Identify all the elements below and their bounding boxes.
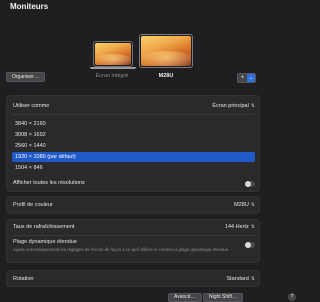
add-display-button[interactable]: + (238, 74, 247, 82)
external-display-thumbnail[interactable] (139, 34, 193, 68)
color-profile-value: M28U (234, 202, 249, 208)
color-profile-select[interactable]: M28U ⇅ (234, 202, 255, 208)
advanced-button[interactable]: Avancé… (168, 293, 202, 302)
hdr-toggle[interactable] (245, 242, 255, 248)
stepper-icon: ⇅ (250, 202, 255, 208)
color-profile-panel: Profil de couleur M28U ⇅ (6, 196, 260, 214)
refresh-hdr-panel: Taux de rafraîchissement 144 Hertz ⇅ Plag… (6, 219, 260, 263)
stepper-icon: ⇅ (250, 224, 255, 230)
refresh-rate-select[interactable]: 144 Hertz ⇅ (225, 224, 255, 230)
resolution-option[interactable]: 3840 × 2160 (12, 119, 255, 129)
night-shift-button[interactable]: Night Shift… (203, 293, 244, 302)
divider (12, 235, 254, 236)
rotation-select[interactable]: Standard ⇅ (226, 276, 255, 282)
rotation-panel: Rotation Standard ⇅ (6, 270, 260, 287)
refresh-rate-label: Taux de rafraîchissement (13, 224, 75, 230)
resolution-option[interactable]: 1504 × 846 (12, 163, 255, 173)
arrange-button[interactable]: Organiser… (6, 72, 45, 82)
divider (12, 114, 254, 115)
hdr-label: Plage dynamique étendue (13, 239, 77, 245)
show-all-resolutions-toggle[interactable] (245, 181, 255, 187)
resolution-option[interactable]: 3008 × 1692 (12, 130, 255, 140)
add-display-control[interactable]: + ⌄ (237, 73, 256, 83)
external-display-label: M28U (158, 73, 174, 79)
page-title: Moniteurs (10, 2, 49, 11)
refresh-rate-value: 144 Hertz (224, 224, 249, 230)
resolution-option-selected[interactable]: 1920 × 1080 (par défaut) (12, 152, 255, 162)
show-all-resolutions-label: Afficher toutes les résolutions (13, 180, 85, 186)
stepper-icon: ⇅ (250, 276, 255, 282)
builtin-display-label: Écran intégré (95, 73, 129, 79)
stepper-icon: ⇅ (250, 103, 255, 109)
builtin-display-thumbnail[interactable] (90, 41, 136, 69)
rotation-label: Rotation (13, 276, 34, 282)
hdr-description: Ajuste automatiquement les réglages de l… (13, 247, 230, 252)
use-as-value: Écran principal (212, 103, 249, 109)
use-as-label: Utiliser comme (13, 103, 50, 109)
color-profile-label: Profil de couleur (13, 202, 53, 208)
rotation-value: Standard (226, 276, 249, 282)
resolution-option[interactable]: 2560 × 1440 (12, 141, 255, 151)
use-as-select[interactable]: Écran principal ⇅ (212, 103, 255, 109)
chevron-down-icon[interactable]: ⌄ (247, 74, 255, 82)
display-settings-panel: Utiliser comme Écran principal ⇅ 3840 × 2… (6, 95, 260, 192)
